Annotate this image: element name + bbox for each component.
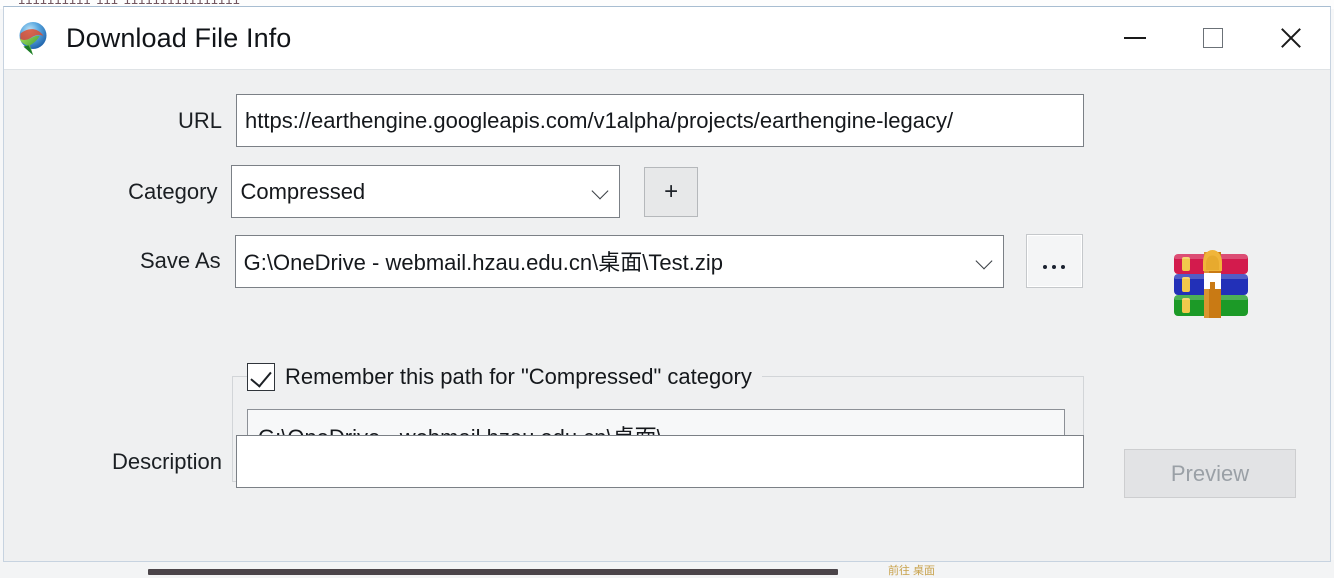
close-button[interactable] — [1252, 7, 1330, 69]
category-label: Category — [128, 178, 218, 204]
winrar-archive-icon — [1168, 248, 1254, 322]
page-title: Download File Info — [66, 22, 292, 53]
checkbox-icon — [247, 363, 275, 391]
save-as-input[interactable]: G:\OneDrive - webmail.hzau.edu.cn\桌面\Tes… — [234, 234, 1004, 288]
dialog-body: URL https://earthengine.googleapis.com/v… — [4, 70, 1330, 561]
preview-button[interactable]: Preview — [1124, 449, 1296, 498]
minimize-button[interactable] — [1096, 7, 1174, 69]
url-input[interactable]: https://earthengine.googleapis.com/v1alp… — [236, 94, 1084, 147]
maximize-button[interactable] — [1174, 7, 1252, 69]
save-as-label: Save As — [139, 248, 221, 273]
browse-button[interactable] — [1025, 234, 1084, 288]
save-as-value: G:\OneDrive - webmail.hzau.edu.cn\桌面\Tes… — [243, 250, 723, 275]
download-file-info-dialog: Download File Info URL https://earthengi… — [3, 6, 1331, 562]
remember-path-checkbox-label: Remember this path for "Compressed" cate… — [285, 364, 752, 389]
checkmark-icon — [250, 365, 272, 388]
remember-path-checkbox[interactable]: Remember this path for "Compressed" cate… — [247, 360, 762, 394]
url-label: URL — [177, 107, 222, 133]
description-label: Description — [111, 448, 222, 474]
add-category-button[interactable]: + — [644, 166, 698, 217]
idm-globe-icon — [14, 19, 52, 57]
save-as-row: Save As G:\OneDrive - webmail.hzau.edu.c… — [108, 234, 1084, 288]
category-row: Category Compressed + — [108, 165, 698, 218]
category-select[interactable]: Compressed — [231, 165, 621, 218]
ellipsis-icon — [1043, 265, 1066, 269]
window-controls — [1096, 7, 1330, 69]
maximize-icon — [1203, 28, 1223, 48]
chevron-down-icon — [592, 183, 609, 200]
minimize-icon — [1124, 37, 1146, 39]
title-bar[interactable]: Download File Info — [4, 7, 1330, 70]
backdrop-taskbar-bar — [148, 569, 838, 575]
url-row: URL https://earthengine.googleapis.com/v… — [164, 94, 1084, 147]
description-input[interactable] — [236, 435, 1084, 488]
description-row: Description — [92, 435, 1084, 488]
category-selected-value: Compressed — [240, 178, 366, 204]
close-icon — [1278, 25, 1304, 51]
backdrop-bottom-strip: 前往 桌面 — [0, 560, 1334, 578]
backdrop-bottom-text: 前往 桌面 — [888, 565, 936, 577]
chevron-down-icon — [976, 253, 993, 270]
